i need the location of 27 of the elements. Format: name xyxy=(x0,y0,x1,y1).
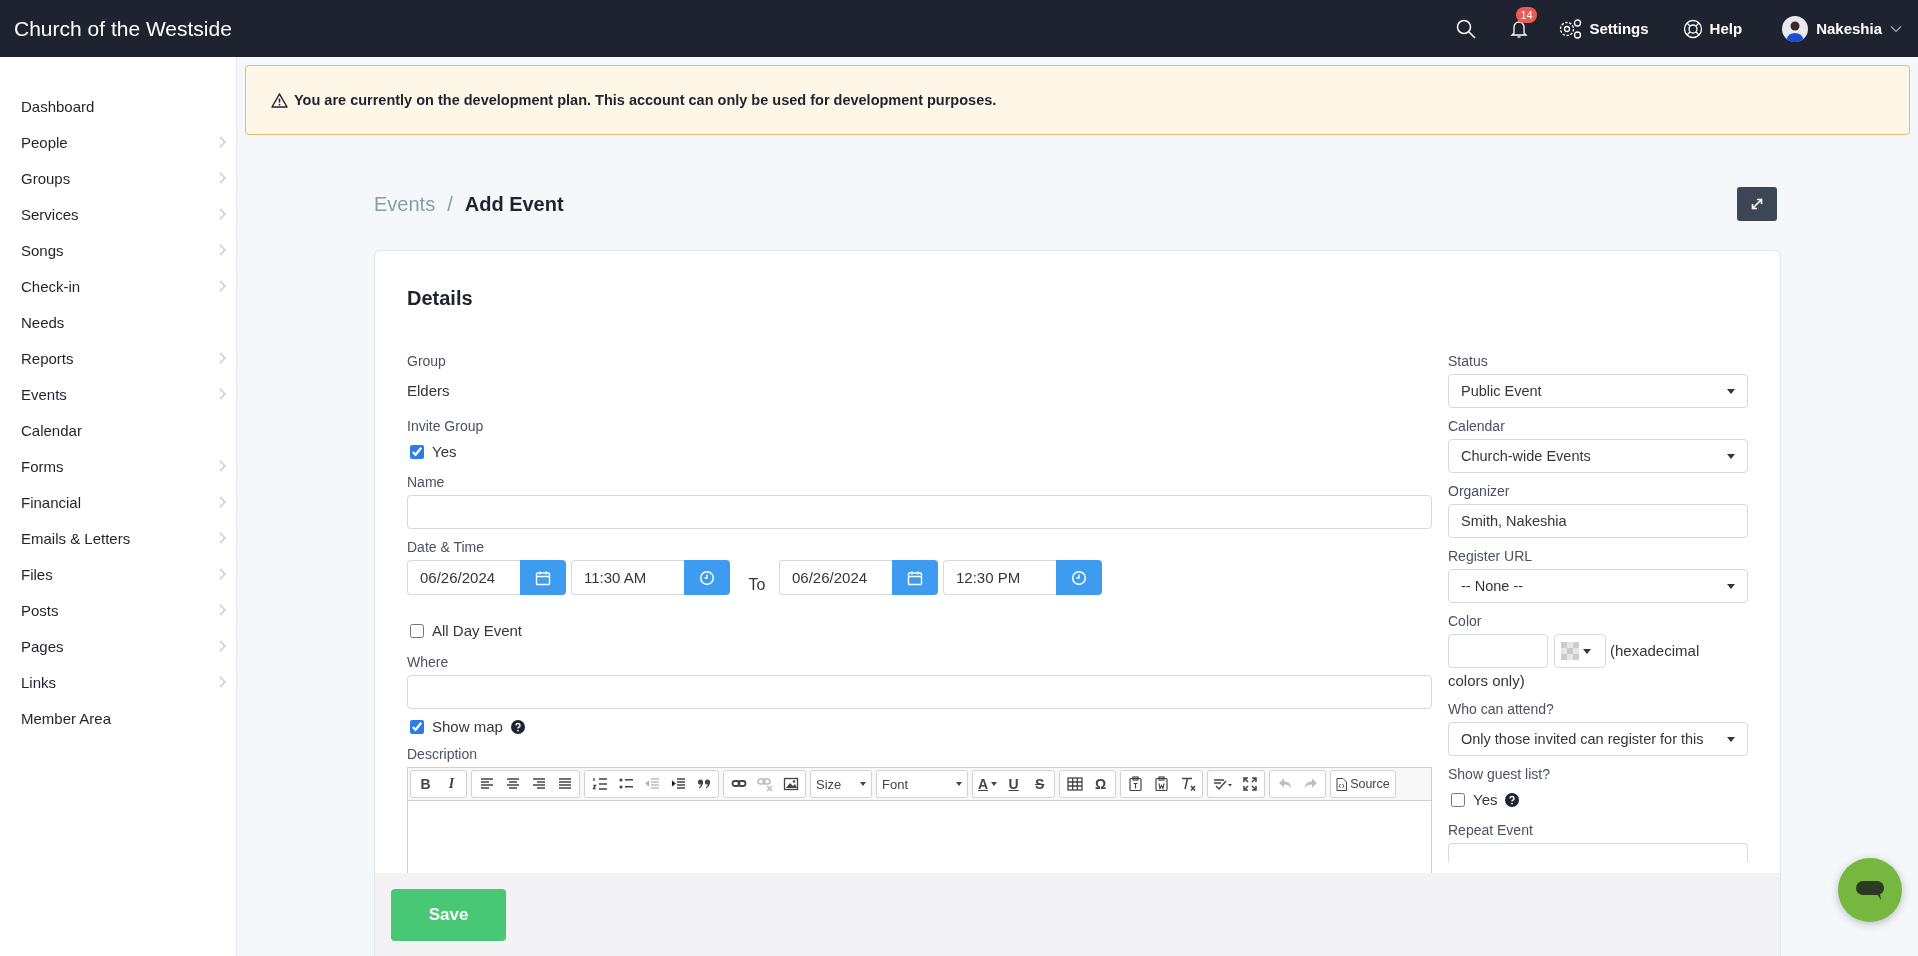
hint-text: (hexadecimal xyxy=(1610,642,1700,659)
range-separator: To xyxy=(747,575,767,594)
field-label: Who can attend? xyxy=(1448,700,1555,718)
breadcrumb-separator: / xyxy=(447,192,453,216)
notification-badge: 14 xyxy=(1516,6,1537,23)
field-label: Color xyxy=(1448,612,1483,630)
field-label: Description xyxy=(407,745,479,763)
field-label: Status xyxy=(1448,352,1489,370)
alert-text: You are currently on the development plan. This account can only be used for development purposes. xyxy=(294,92,997,108)
hint-text: colors only) xyxy=(1448,671,1525,691)
field-label: Register URL xyxy=(1448,547,1534,565)
field-label: Organizer xyxy=(1448,482,1511,500)
field-label: Date & Time xyxy=(407,538,486,556)
field-label: Show guest list? xyxy=(1448,765,1551,783)
field-label: Invite Group xyxy=(407,417,485,435)
page-title: Add Event xyxy=(464,192,565,216)
field-label: Repeat Event xyxy=(1448,821,1534,839)
field-value: Elders xyxy=(407,381,451,400)
card-title: Details xyxy=(407,287,474,310)
field-label: Group xyxy=(407,352,447,370)
field-label: Calendar xyxy=(1448,417,1506,435)
checkbox-label: All Day Event xyxy=(432,622,523,640)
checkbox-label: Show map xyxy=(432,718,503,736)
checkbox-label: Yes xyxy=(1473,791,1498,809)
field-label: Name xyxy=(407,473,446,491)
field-label: Where xyxy=(407,653,450,671)
checkbox-label: Yes xyxy=(432,443,457,461)
